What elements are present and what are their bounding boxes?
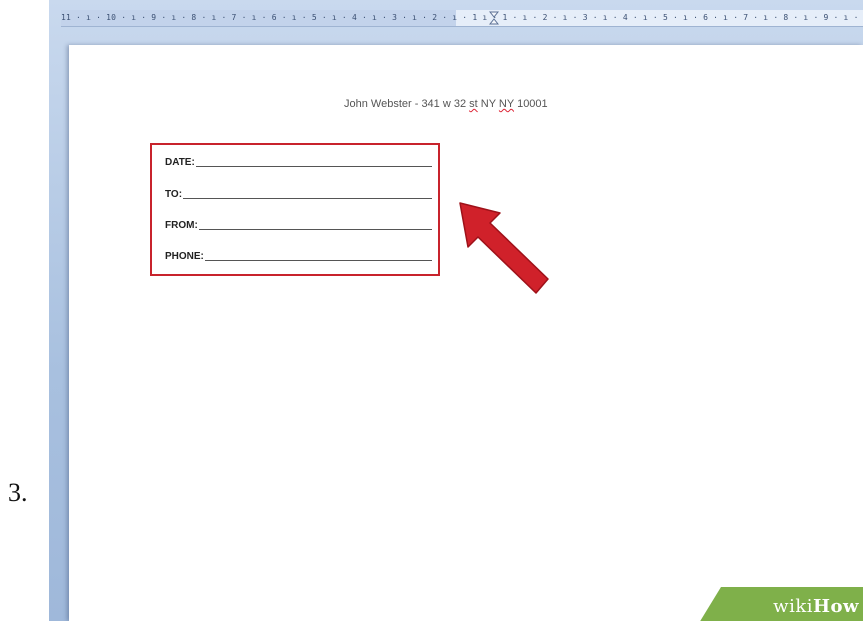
horizontal-ruler[interactable]: 11 · ı · 10 · ı · 9 · ı · 8 · ı · 7 · ı …	[61, 10, 863, 27]
phone-label: PHONE:	[165, 251, 204, 262]
date-label: DATE:	[165, 157, 195, 168]
phone-blank-line[interactable]	[204, 259, 432, 261]
pointer-arrow-icon	[459, 202, 549, 294]
form-row-to[interactable]: TO:	[165, 183, 432, 201]
word-screenshot: 11 · ı · 10 · ı · 9 · ı · 8 · ı · 7 · ı …	[49, 0, 863, 621]
sender-address-line: John Webster - 341 w 32 st NY NY 10001	[344, 98, 548, 110]
watermark-how: How	[812, 596, 859, 617]
indent-marker-icon[interactable]	[489, 11, 499, 25]
from-label: FROM:	[165, 220, 198, 231]
to-blank-line[interactable]	[183, 197, 432, 199]
wikihow-watermark: wikiHow	[699, 587, 863, 621]
form-row-date[interactable]: DATE:	[165, 151, 432, 169]
sender-text-part: NY	[477, 98, 499, 110]
watermark-logo-text: wikiHow	[773, 596, 859, 617]
date-blank-line[interactable]	[195, 165, 432, 167]
spellcheck-flagged-word: st	[469, 98, 478, 110]
form-fields-highlight-box: DATE: TO: FROM: PHONE:	[150, 143, 440, 276]
document-page[interactable]: John Webster - 341 w 32 st NY NY 10001 D…	[69, 45, 863, 621]
spellcheck-flagged-word: NY	[498, 98, 515, 110]
to-label: TO:	[165, 189, 183, 200]
form-row-phone[interactable]: PHONE:	[165, 245, 432, 263]
watermark-wiki: wiki	[773, 596, 813, 617]
sender-text-part: 10001	[514, 98, 548, 110]
from-blank-line[interactable]	[198, 228, 432, 230]
sender-text-part: John Webster - 341 w 32	[344, 98, 470, 110]
step-number: 3.	[8, 478, 28, 507]
form-row-from[interactable]: FROM:	[165, 214, 432, 232]
ruler-marks: 11 · ı · 10 · ı · 9 · ı · 8 · ı · 7 · ı …	[61, 13, 859, 22]
